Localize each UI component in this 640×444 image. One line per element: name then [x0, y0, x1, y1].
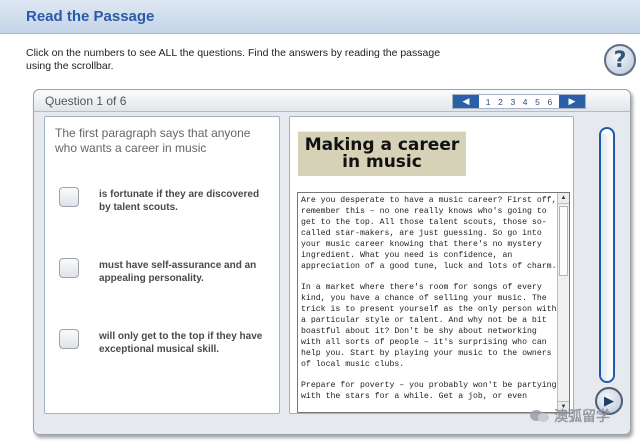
passage-text-box[interactable]: Are you desperate to have a music career… — [297, 192, 570, 413]
progress-bar — [599, 127, 615, 383]
activity-frame: Question 1 of 6 ◀ 1 2 3 4 5 6 ▶ The firs… — [33, 89, 631, 435]
passage-paragraph-2: In a market where there's room for songs… — [301, 283, 557, 369]
answer-label-3: will only get to the top if they have ex… — [99, 331, 263, 355]
passage-scrollbar[interactable]: ▲ ▼ — [557, 193, 569, 412]
instructions-text: Click on the numbers to see ALL the ques… — [26, 47, 441, 72]
watermark-text: 澳弧留学 — [554, 409, 610, 425]
passage-title-banner: Making a career in music — [298, 131, 466, 176]
answer-checkbox-2[interactable] — [59, 258, 79, 278]
answer-label-2: must have self-assurance and an appealin… — [99, 260, 257, 284]
watermark: 澳弧留学 — [530, 404, 630, 428]
scroll-up-button[interactable]: ▲ — [558, 193, 569, 204]
question-prompt: The first paragraph says that anyone who… — [55, 126, 251, 155]
question-number-3[interactable]: 3 — [510, 97, 515, 107]
question-header: Question 1 of 6 ◀ 1 2 3 4 5 6 ▶ — [34, 90, 630, 112]
chat-bubbles-icon — [530, 408, 550, 424]
next-question-button[interactable]: ▶ — [559, 95, 585, 108]
passage-paragraph-3: Prepare for poverty – you probably won't… — [301, 381, 557, 401]
question-pager: ◀ 1 2 3 4 5 6 ▶ — [452, 94, 586, 109]
answer-checkbox-3[interactable] — [59, 329, 79, 349]
prev-question-button[interactable]: ◀ — [453, 95, 479, 108]
answer-checkbox-1[interactable] — [59, 187, 79, 207]
passage-panel: Making a career in music Are you despera… — [289, 116, 574, 414]
title-bar: Read the Passage — [0, 0, 640, 34]
question-mark-icon: ? — [613, 47, 627, 73]
question-number-2[interactable]: 2 — [498, 97, 503, 107]
triangle-up-icon: ▲ — [560, 195, 567, 201]
question-number-5[interactable]: 5 — [535, 97, 540, 107]
passage-paragraph-1: Are you desperate to have a music career… — [301, 196, 557, 271]
arrow-right-icon: ▶ — [568, 96, 576, 106]
question-number-1[interactable]: 1 — [486, 97, 491, 107]
page-title: Read the Passage — [26, 8, 155, 25]
passage-title: Making a career in music — [304, 135, 460, 172]
answer-label-1: is fortunate if they are discovered by t… — [99, 189, 260, 213]
scroll-thumb[interactable] — [559, 206, 568, 276]
help-button[interactable]: ? — [604, 44, 636, 76]
passage-text: Are you desperate to have a music career… — [301, 195, 557, 412]
question-number-6[interactable]: 6 — [547, 97, 552, 107]
arrow-left-icon: ◀ — [462, 96, 470, 106]
question-number-4[interactable]: 4 — [523, 97, 528, 107]
question-counter: Question 1 of 6 — [45, 94, 127, 108]
question-numbers: 1 2 3 4 5 6 — [479, 97, 559, 107]
progress-fill — [601, 134, 613, 381]
question-panel: The first paragraph says that anyone who… — [44, 116, 280, 414]
